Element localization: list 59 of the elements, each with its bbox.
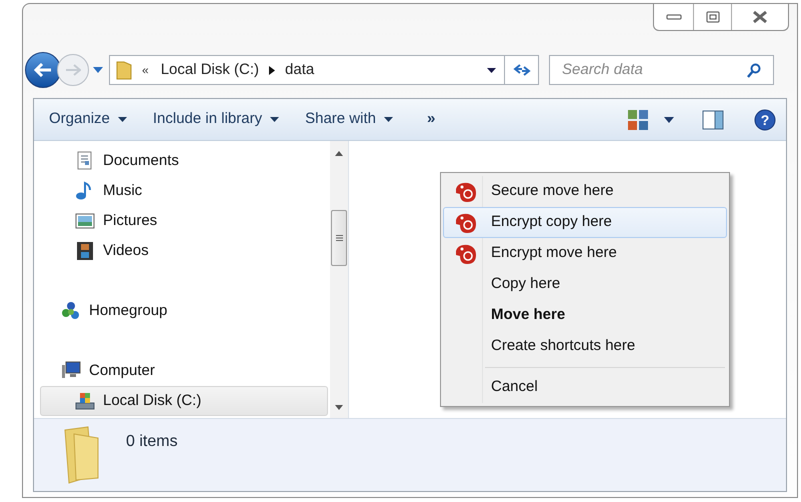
preview-pane-icon	[702, 110, 724, 130]
back-arrow-icon	[34, 63, 52, 77]
scroll-thumb[interactable]	[331, 210, 347, 266]
history-dropdown-icon[interactable]	[93, 67, 103, 73]
drive-icon	[75, 391, 95, 411]
maximize-icon	[706, 11, 720, 23]
dropdown-icon[interactable]	[487, 68, 496, 72]
toolbar-menu-button[interactable]: Share with	[305, 108, 393, 131]
chameleon-icon	[454, 212, 478, 234]
menu-item[interactable]: Encrypt copy here	[443, 207, 727, 238]
dropdown-icon	[384, 117, 393, 122]
navigation-item[interactable]: Computer	[40, 356, 328, 386]
scroll-down-icon[interactable]	[335, 405, 343, 410]
film-icon	[75, 241, 95, 261]
close-icon	[752, 10, 768, 24]
menu-item[interactable]: Secure move here	[443, 176, 727, 207]
refresh-icon	[512, 63, 530, 77]
navigation-item[interactable]: Pictures	[40, 206, 328, 236]
dropdown-icon	[270, 117, 280, 122]
scroll-up-icon[interactable]	[335, 151, 343, 156]
minimize-icon	[666, 14, 682, 20]
scrollbar[interactable]	[330, 141, 348, 418]
navigation-item[interactable]: Videos	[40, 236, 328, 266]
back-button[interactable]	[25, 52, 61, 88]
navigation-item[interactable]: Homegroup	[40, 296, 328, 326]
more-commands-button[interactable]: »	[426, 108, 436, 131]
address-bar[interactable]: « Local Disk (C:) data	[109, 55, 539, 85]
chameleon-icon	[454, 242, 478, 264]
menu-item[interactable]: Move here	[443, 300, 727, 331]
network-icon	[61, 301, 81, 321]
dropdown-icon	[664, 116, 674, 122]
folder-icon	[116, 60, 132, 80]
breadcrumb-arrow-icon[interactable]	[269, 66, 276, 74]
breadcrumb[interactable]: Local Disk (C:)	[160, 58, 260, 82]
toolbar-menu-button[interactable]: Organize	[49, 108, 127, 131]
search-field[interactable]: Search data	[549, 55, 774, 85]
search-input[interactable]: Search data	[562, 58, 747, 82]
breadcrumb[interactable]: data	[285, 58, 314, 82]
menu-item[interactable]: Create shortcuts here	[443, 331, 727, 362]
dropdown-icon	[118, 117, 127, 122]
overflow-chevron[interactable]: «	[142, 61, 149, 79]
grip-icon	[336, 235, 342, 241]
item-count: 0 items	[126, 432, 178, 452]
menu-item[interactable]: Copy here	[443, 269, 727, 300]
navigation-item[interactable]: Local Disk (C:)	[40, 386, 328, 416]
toolbar-menu-button[interactable]: Include in library	[152, 108, 280, 131]
computer-icon	[61, 361, 81, 381]
chameleon-icon	[454, 180, 478, 202]
menu-item[interactable]: Cancel	[443, 372, 727, 403]
navigation-item[interactable]: Documents	[40, 146, 328, 176]
picture-icon	[75, 211, 95, 231]
view-options-button[interactable]	[628, 110, 674, 130]
menu-item[interactable]: Encrypt move here	[443, 238, 727, 269]
navigation-item[interactable]: Music	[40, 176, 328, 206]
view-grid-icon	[628, 110, 648, 130]
preview-pane-button[interactable]	[702, 110, 724, 130]
help-button[interactable]: ?	[754, 108, 776, 130]
search-icon	[747, 62, 761, 78]
forward-arrow-icon	[65, 64, 81, 76]
